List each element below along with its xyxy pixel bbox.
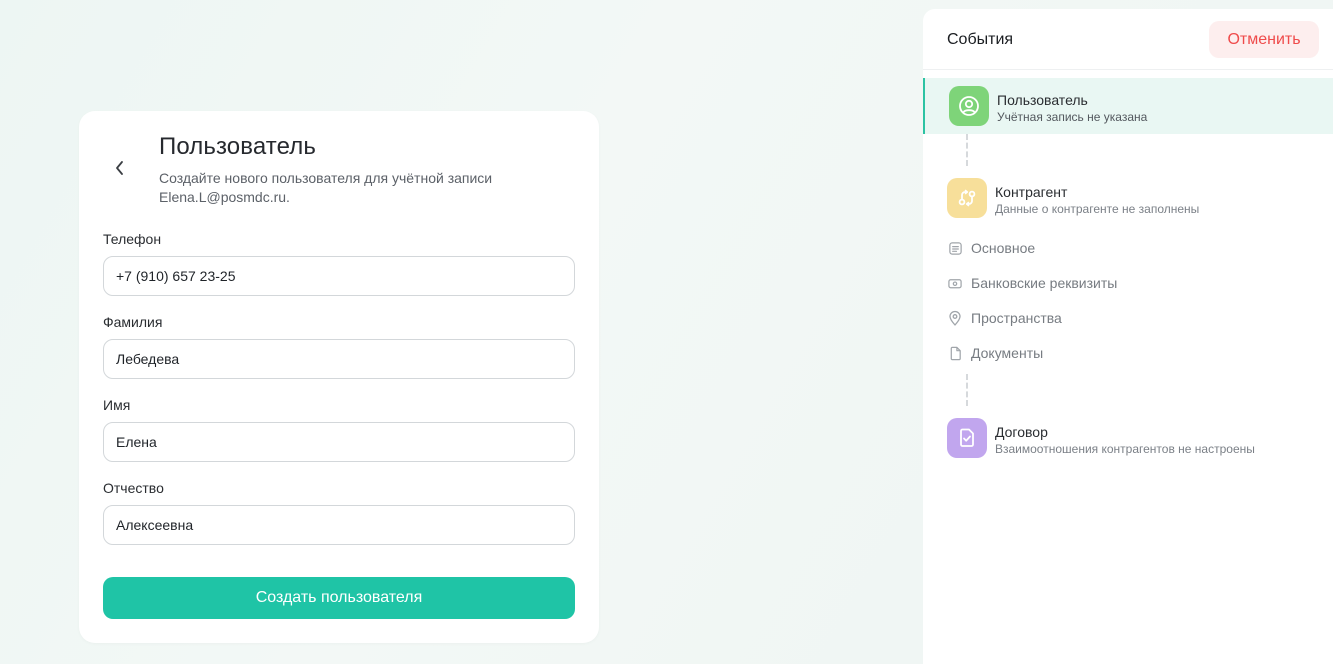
create-user-card: Пользователь Создайте нового пользовател… [79,111,599,643]
step-user-icon-box [949,86,989,126]
sub-item-spaces-label: Пространства [971,310,1062,326]
panel-header: События Отменить [923,9,1333,70]
patronymic-input[interactable] [103,505,575,545]
sub-item-bank-details-label: Банковские реквизиты [971,275,1118,291]
patronymic-label: Отчество [103,480,164,496]
sub-item-main-label: Основное [971,240,1036,256]
file-icon [947,345,963,361]
banknote-icon [947,275,963,291]
phone-label: Телефон [103,231,162,247]
step-contract[interactable]: Договор Взаимоотношения контрагентов не … [923,410,1333,466]
last-name-input[interactable] [103,339,575,379]
back-button[interactable] [107,155,133,181]
step-user[interactable]: Пользователь Учётная запись не указана [923,78,1333,134]
panel-title: События [947,31,1014,48]
first-name-input[interactable] [103,422,575,462]
step-user-desc: Учётная запись не указана [997,110,1148,124]
sub-item-main[interactable]: Основное [947,237,1035,259]
sub-item-documents-label: Документы [971,345,1044,361]
step-connector [966,134,968,166]
exchange-icon [958,189,976,207]
step-counterparty[interactable]: Контрагент Данные о контрагенте не запол… [923,170,1333,226]
sub-item-documents[interactable]: Документы [947,342,1043,364]
events-panel: События Отменить Пользователь Учётная за… [923,9,1333,664]
step-counterparty-desc: Данные о контрагенте не заполнены [995,202,1200,216]
first-name-label: Имя [103,397,131,413]
step-contract-title: Договор [995,424,1048,440]
sub-item-spaces[interactable]: Пространства [947,307,1062,329]
step-contract-icon-box [947,418,987,458]
location-pin-icon [947,310,963,326]
step-connector [966,374,968,406]
step-user-title: Пользователь [997,92,1088,108]
step-counterparty-title: Контрагент [995,184,1068,200]
sub-item-bank-details[interactable]: Банковские реквизиты [947,272,1117,294]
cancel-button[interactable]: Отменить [1209,21,1319,58]
last-name-label: Фамилия [103,314,163,330]
page-title: Пользователь [159,133,316,160]
create-user-button[interactable]: Создать пользователя [103,577,575,619]
phone-input[interactable] [103,256,575,296]
user-icon [959,96,979,116]
step-counterparty-icon-box [947,178,987,218]
page-subtitle: Создайте нового пользователя для учётной… [159,170,493,205]
step-contract-desc: Взаимоотношения контрагентов не настроен… [995,442,1255,456]
chevron-left-icon [116,161,123,175]
contract-icon [960,428,974,447]
document-lines-icon [947,240,963,256]
